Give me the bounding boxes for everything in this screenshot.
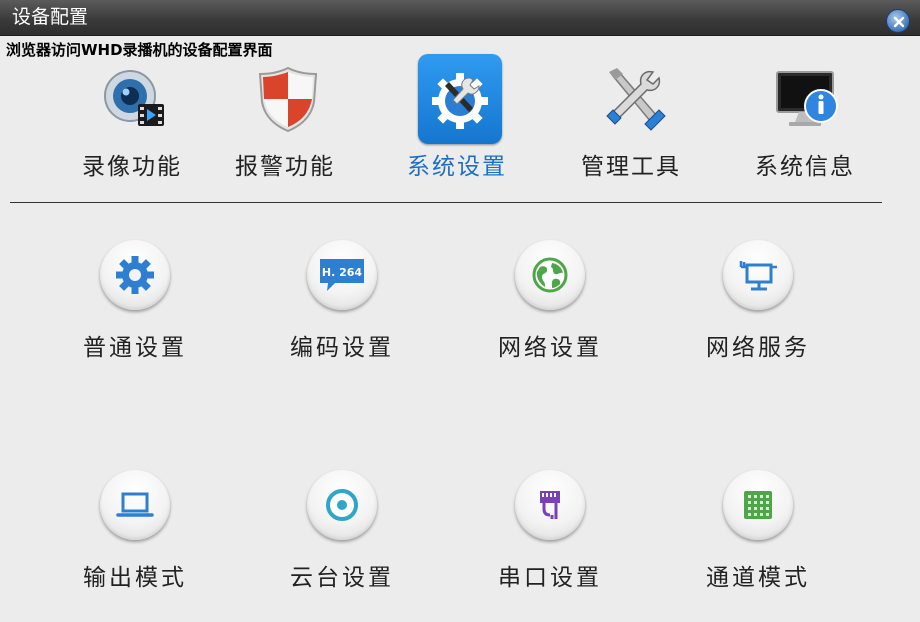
h264-icon: H. 264 (320, 259, 364, 291)
top-nav-system-info[interactable]: 系统信息 (730, 50, 880, 190)
network-settings-button[interactable]: 网络设置 (465, 240, 635, 380)
grid-item-label: 串口设置 (498, 565, 602, 591)
title-bar: 设备配置 (0, 0, 920, 36)
ptz-settings-button[interactable]: 云台设置 (257, 470, 427, 610)
top-nav-alarm[interactable]: 报警功能 (210, 50, 360, 190)
h264-icon-text: H. 264 (322, 266, 363, 279)
alarm-shield-icon (258, 66, 318, 133)
general-settings-button[interactable]: 普通设置 (50, 240, 220, 380)
globe-icon (532, 257, 568, 293)
network-service-button[interactable]: 网络服务 (673, 240, 843, 380)
grid-item-label: 编码设置 (290, 335, 394, 361)
top-nav-label: 报警功能 (235, 154, 335, 180)
close-icon (893, 16, 905, 28)
encoding-settings-button[interactable]: H. 264 编码设置 (257, 240, 427, 380)
network-service-icon (739, 261, 777, 291)
channel-grid-icon (744, 491, 772, 519)
serial-port-icon (540, 491, 560, 519)
grid-item-label: 云台设置 (290, 565, 394, 591)
grid-item-label: 网络服务 (706, 335, 810, 361)
top-nav-record[interactable]: 录像功能 (57, 50, 207, 190)
grid-item-label: 网络设置 (498, 335, 602, 361)
tools-icon (606, 68, 666, 131)
channel-mode-button[interactable]: 通道模式 (673, 470, 843, 610)
grid-item-label: 通道模式 (706, 565, 810, 591)
divider (10, 202, 882, 203)
laptop-icon (116, 492, 154, 517)
grid-item-label: 输出模式 (83, 565, 187, 591)
serial-port-settings-button[interactable]: 串口设置 (465, 470, 635, 610)
output-mode-button[interactable]: 输出模式 (50, 470, 220, 610)
grid-item-label: 普通设置 (83, 335, 187, 361)
top-nav-label: 管理工具 (581, 154, 681, 180)
system-settings-icon (432, 73, 488, 129)
top-nav-system-settings[interactable]: 系统设置 (382, 50, 532, 190)
ptz-icon (326, 489, 358, 521)
close-button[interactable] (886, 9, 910, 33)
top-nav-tools[interactable]: 管理工具 (556, 50, 706, 190)
window-title: 设备配置 (12, 6, 89, 28)
top-nav-label: 系统设置 (407, 154, 507, 180)
system-info-icon (776, 71, 838, 126)
gear-icon (116, 256, 154, 294)
top-nav-label: 录像功能 (82, 154, 182, 180)
record-camera-icon (104, 70, 164, 126)
top-nav-label: 系统信息 (755, 154, 855, 180)
